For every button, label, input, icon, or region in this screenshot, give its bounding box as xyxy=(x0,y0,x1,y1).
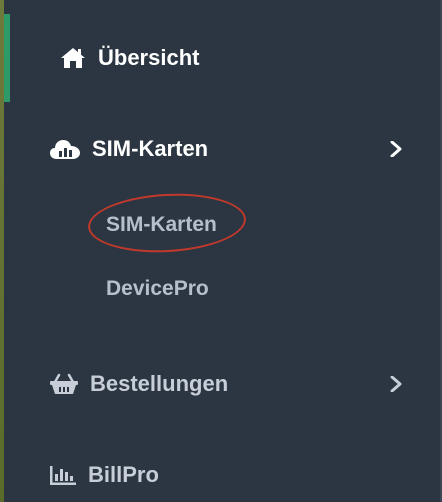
chevron-right-icon[interactable] xyxy=(389,141,403,157)
sidebar-item-sim-karten[interactable]: SIM-Karten xyxy=(50,136,208,162)
sidebar-item-bestellungen[interactable]: Bestellungen xyxy=(50,371,228,397)
annotation-circle xyxy=(86,189,248,257)
submenu-item-devicepro[interactable]: DevicePro xyxy=(106,277,209,301)
sidebar-item-label: Bestellungen xyxy=(90,371,229,396)
cloud-chart-icon xyxy=(50,138,80,160)
active-item-marker xyxy=(4,14,10,102)
sidebar-item-uebersicht[interactable]: Übersicht xyxy=(60,45,199,71)
sidebar-item-label: SIM-Karten xyxy=(92,136,209,161)
basket-icon xyxy=(50,373,78,395)
sidebar-item-label: Übersicht xyxy=(98,45,200,70)
sidebar-item-label: BillPro xyxy=(88,462,159,487)
chevron-right-icon[interactable] xyxy=(389,376,403,392)
home-icon xyxy=(60,47,86,69)
sidebar-item-billpro[interactable]: BillPro xyxy=(50,462,159,488)
bar-chart-icon xyxy=(50,464,76,486)
